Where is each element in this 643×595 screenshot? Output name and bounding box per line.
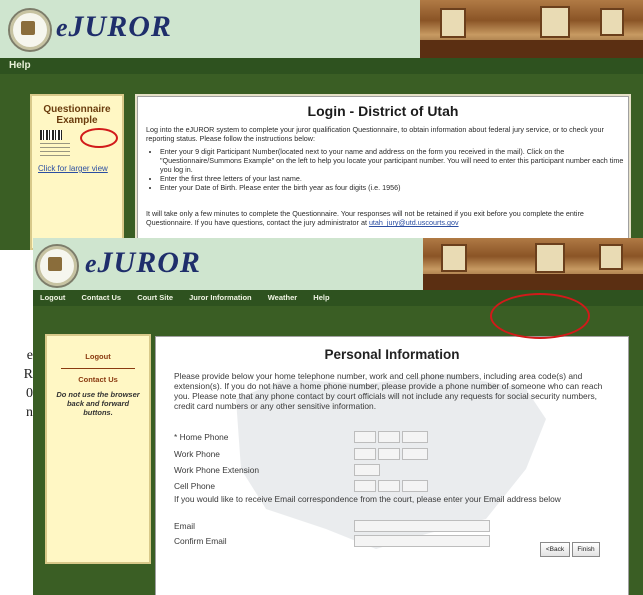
courtroom-image — [423, 238, 643, 290]
cropped-text-fragment: n — [26, 405, 33, 420]
work-phone-extension-label: Work Phone Extension — [174, 465, 260, 475]
nav-help[interactable]: Help — [306, 290, 336, 306]
cell-phone-prefix-input[interactable] — [378, 480, 400, 492]
work-phone-line-input[interactable] — [402, 448, 428, 460]
page-title: Personal Information — [324, 347, 460, 362]
instruction-item: Enter your 9 digit Participant Number(lo… — [160, 147, 630, 174]
jury-email-link[interactable]: utah_jury@utd.uscourts.gov — [369, 218, 459, 227]
ejuror-logo: eJUROR — [85, 246, 201, 279]
header-banner: eJUROR — [0, 0, 643, 58]
top-nav: Help — [0, 58, 643, 74]
ejuror-logo: eJUROR — [56, 10, 172, 43]
cropped-text-fragment: R — [23, 367, 33, 382]
questionnaire-example-panel: Questionnaire Example Click for larger v… — [30, 94, 124, 250]
home-phone-area-input[interactable] — [354, 431, 376, 443]
work-phone-area-input[interactable] — [354, 448, 376, 460]
cell-phone-line-input[interactable] — [402, 480, 428, 492]
personal-info-card: Personal Information Please provide belo… — [155, 336, 629, 595]
cell-phone-area-input[interactable] — [354, 480, 376, 492]
home-phone-line-input[interactable] — [402, 431, 428, 443]
work-phone-label: Work Phone — [174, 449, 220, 459]
courtroom-image — [420, 0, 643, 58]
back-button[interactable]: <Back — [540, 542, 570, 557]
nav-logout[interactable]: Logout — [33, 290, 72, 306]
finish-button[interactable]: Finish — [572, 542, 600, 557]
email-label: Email — [174, 521, 195, 531]
larger-view-link[interactable]: Click for larger view — [38, 164, 108, 173]
court-seal-icon — [8, 8, 52, 52]
side-contact-link[interactable]: Contact Us — [47, 375, 149, 384]
nav-juror-information[interactable]: Juror Information — [182, 290, 259, 306]
home-phone-label: * Home Phone — [174, 432, 229, 442]
participant-number-highlight — [80, 128, 118, 148]
address-lines-image — [40, 143, 70, 159]
login-content-area: Questionnaire Example Click for larger v… — [0, 74, 643, 250]
login-footer: It will take only a few minutes to compl… — [146, 209, 621, 227]
login-instructions: Enter your 9 digit Participant Number(lo… — [138, 147, 630, 192]
instructions-text: Please provide below your home telephone… — [174, 371, 603, 411]
login-card: Login - District of Utah Log into the eJ… — [137, 96, 629, 248]
email-input[interactable] — [354, 520, 490, 532]
cropped-text-fragment: 0 — [26, 386, 33, 401]
instruction-item: Enter your Date of Birth. Please enter t… — [160, 183, 630, 192]
work-phone-extension-input[interactable] — [354, 464, 380, 476]
browser-warning: Do not use the browser back and forward … — [56, 390, 140, 417]
cropped-text-fragment: e — [26, 348, 33, 363]
login-page-screenshot: eJUROR Help Questionnaire Example Click … — [0, 0, 643, 250]
header-banner: eJUROR — [33, 238, 643, 290]
email-instructions: If you would like to receive Email corre… — [174, 494, 561, 504]
home-phone-prefix-input[interactable] — [378, 431, 400, 443]
questionnaire-example-title: Questionnaire Example — [43, 104, 111, 126]
nav-court-site[interactable]: Court Site — [130, 290, 180, 306]
confirm-email-label: Confirm Email — [174, 536, 227, 546]
divider — [61, 368, 135, 369]
nav-help[interactable]: Help — [0, 58, 40, 74]
login-title: Login - District of Utah — [307, 103, 459, 119]
side-menu-panel: Logout Contact Us Do not use the browser… — [45, 334, 151, 564]
buttons-highlight-oval — [490, 293, 590, 339]
confirm-email-input[interactable] — [354, 535, 490, 547]
work-phone-prefix-input[interactable] — [378, 448, 400, 460]
side-logout-link[interactable]: Logout — [47, 352, 149, 361]
nav-contact-us[interactable]: Contact Us — [75, 290, 129, 306]
court-seal-icon — [35, 244, 79, 288]
barcode-image — [40, 130, 62, 140]
instruction-item: Enter the first three letters of your la… — [160, 174, 630, 183]
login-intro: Log into the eJUROR system to complete y… — [146, 125, 604, 143]
nav-weather[interactable]: Weather — [261, 290, 304, 306]
cell-phone-label: Cell Phone — [174, 481, 215, 491]
login-footer-text: It will take only a few minutes to compl… — [146, 209, 584, 227]
personal-information-screenshot: eJUROR Logout Contact Us Court Site Juro… — [33, 238, 643, 595]
